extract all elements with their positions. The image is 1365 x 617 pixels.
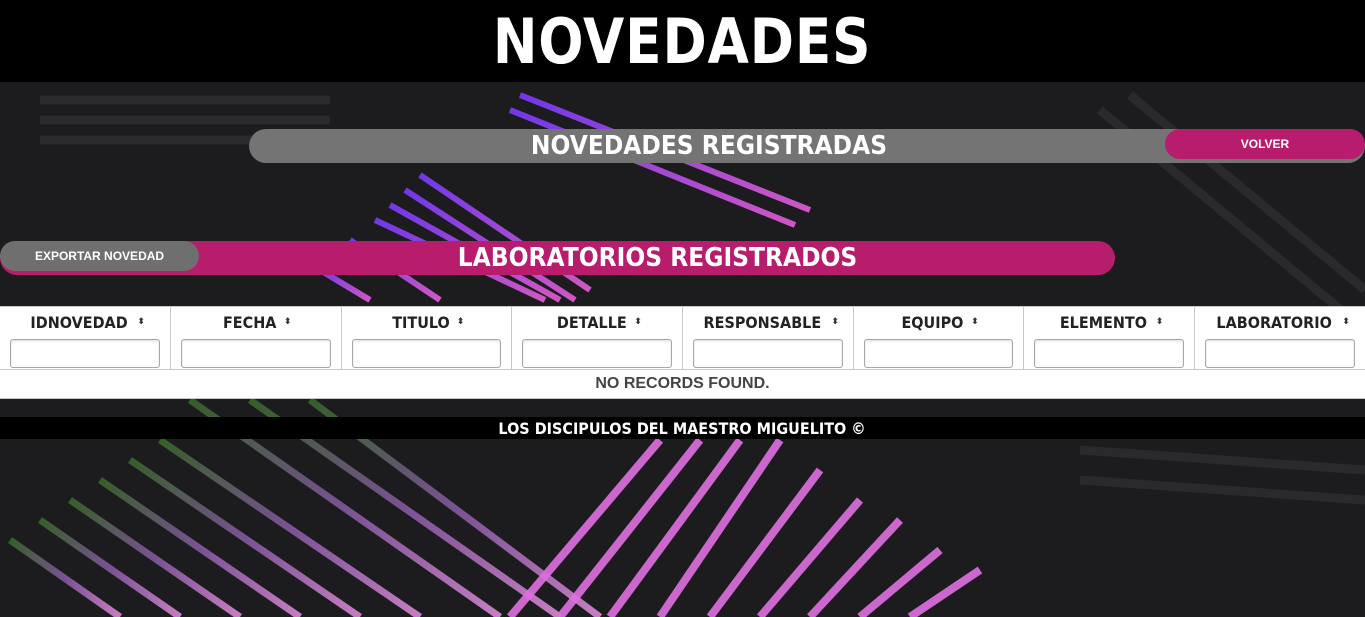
- sort-header-titulo[interactable]: TITULO ⬍: [352, 312, 502, 332]
- page-title: NOVEDADES: [493, 4, 872, 78]
- sort-icon: ⬍: [456, 316, 465, 327]
- column-label: ELEMENTO: [1059, 312, 1147, 332]
- filter-input-detalle[interactable]: [522, 339, 672, 368]
- filter-input-equipo[interactable]: [863, 339, 1014, 368]
- sort-icon: ⬍: [283, 316, 292, 327]
- sort-icon: ⬍: [971, 316, 979, 327]
- sort-header-laboratorio[interactable]: LABORATORIO ⬍: [1205, 312, 1355, 332]
- sort-header-responsable[interactable]: RESPONSABLE ⬍: [693, 312, 843, 332]
- laboratorios-registrados-title: LABORATORIOS REGISTRADOS: [457, 243, 858, 273]
- filter-input-laboratorio[interactable]: [1204, 339, 1355, 368]
- column-titulo: TITULO ⬍: [341, 307, 513, 370]
- sort-header-idnovedad[interactable]: IDNOVEDAD ⬍: [10, 312, 160, 332]
- sort-icon: ⬍: [137, 316, 145, 327]
- footer-text: LOS DISCIPULOS DEL MAESTRO MIGUELITO ©: [498, 418, 867, 438]
- filter-input-elemento[interactable]: [1034, 339, 1184, 368]
- column-responsable: RESPONSABLE ⬍: [682, 307, 854, 370]
- column-elemento: ELEMENTO ⬍: [1023, 307, 1195, 370]
- filter-input-fecha[interactable]: [181, 339, 331, 368]
- sort-header-detalle[interactable]: DETALLE ⬍: [522, 312, 672, 332]
- table-header-row: IDNOVEDAD ⬍ FECHA ⬍ TITULO ⬍ DETALLE ⬍ R…: [0, 307, 1365, 370]
- exportar-novedad-button[interactable]: EXPORTAR NOVEDAD: [0, 241, 199, 271]
- column-label: RESPONSABLE: [703, 312, 821, 332]
- footer: LOS DISCIPULOS DEL MAESTRO MIGUELITO ©: [0, 417, 1365, 439]
- filter-input-idnovedad[interactable]: [10, 339, 161, 368]
- sort-icon: ⬍: [1155, 316, 1164, 327]
- column-label: TITULO: [391, 312, 450, 332]
- novedades-table: IDNOVEDAD ⬍ FECHA ⬍ TITULO ⬍ DETALLE ⬍ R…: [0, 306, 1365, 399]
- sort-icon: ⬍: [1342, 316, 1350, 327]
- filter-input-titulo[interactable]: [351, 339, 502, 368]
- column-idnovedad: IDNOVEDAD ⬍: [0, 307, 172, 370]
- sort-icon: ⬍: [831, 316, 839, 327]
- sort-icon: ⬍: [634, 316, 642, 327]
- column-laboratorio: LABORATORIO ⬍: [1194, 307, 1365, 370]
- empty-message: NO RECORDS FOUND.: [0, 369, 1365, 399]
- table-row: NO RECORDS FOUND.: [0, 369, 1365, 399]
- page-header: NOVEDADES: [0, 0, 1365, 82]
- column-detalle: DETALLE ⬍: [511, 307, 683, 370]
- filter-input-responsable[interactable]: [693, 339, 843, 368]
- novedades-registradas-title: NOVEDADES REGISTRADAS: [530, 131, 888, 161]
- column-label: DETALLE: [556, 312, 627, 332]
- column-label: LABORATORIO: [1216, 312, 1332, 332]
- volver-button[interactable]: VOLVER: [1165, 129, 1365, 159]
- column-fecha: FECHA ⬍: [170, 307, 342, 370]
- column-equipo: EQUIPO ⬍: [853, 307, 1025, 370]
- sort-header-equipo[interactable]: EQUIPO ⬍: [864, 312, 1014, 332]
- column-label: EQUIPO: [901, 312, 964, 332]
- sort-header-fecha[interactable]: FECHA ⬍: [181, 312, 331, 332]
- column-label: FECHA: [223, 312, 277, 332]
- sort-header-elemento[interactable]: ELEMENTO ⬍: [1034, 312, 1184, 332]
- column-label: IDNOVEDAD: [30, 312, 128, 332]
